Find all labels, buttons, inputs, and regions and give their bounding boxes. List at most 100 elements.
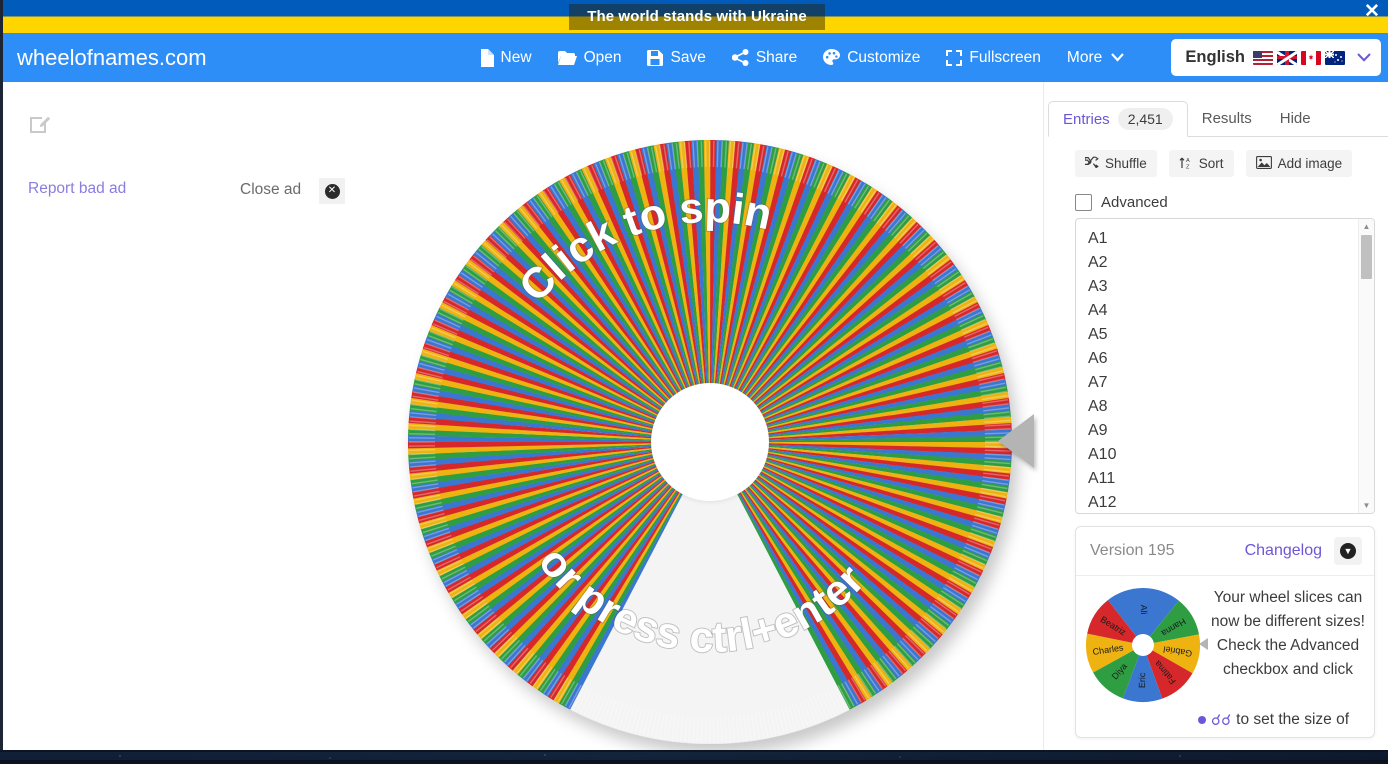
open-label: Open (583, 48, 622, 66)
mini-wheel-pointer-icon (1199, 638, 1208, 650)
triangle-up-icon[interactable]: ▲ (1359, 220, 1374, 233)
toolbar-actions: New Open Save Share Customize Fullscreen… (479, 48, 1125, 67)
fullscreen-button[interactable]: Fullscreen (946, 49, 1041, 67)
version-card-header: Version 195 Changelog ▼ (1076, 527, 1374, 576)
tab-results[interactable]: Results (1188, 100, 1266, 136)
flag-uk-icon (1277, 50, 1297, 65)
chevron-down-icon (1111, 53, 1125, 62)
shuffle-button[interactable]: Shuffle (1075, 150, 1157, 177)
folder-open-icon (557, 50, 577, 66)
entry-item[interactable]: A5 (1088, 323, 1356, 347)
version-card: Version 195 Changelog ▼ Ali Hanna Gabriel F… (1075, 526, 1375, 738)
flag-ca-icon (1301, 50, 1321, 65)
language-label: English (1185, 48, 1245, 66)
tab-entries[interactable]: Entries 2,451 (1048, 101, 1188, 137)
entry-item[interactable]: A3 (1088, 275, 1356, 299)
entry-item[interactable]: A1 (1088, 227, 1356, 251)
site-brand[interactable]: wheelofnames.com (17, 45, 207, 71)
close-circle-icon: ✕ (324, 183, 340, 199)
floppy-disk-icon (647, 49, 664, 66)
save-label: Save (670, 48, 706, 66)
changelog-link[interactable]: Changelog (1245, 542, 1322, 560)
customize-button[interactable]: Customize (823, 49, 920, 67)
entries-panel: Entries 2,451 Results Hide Shuffle A Z S… (1043, 82, 1388, 750)
svg-text:Z: Z (1186, 164, 1190, 169)
edit-square-icon[interactable] (28, 112, 52, 136)
wheel-hub (651, 383, 769, 501)
spin-wheel[interactable]: Click to spin or press ctrl+enter (408, 140, 1034, 744)
chevron-down-circle-icon: ▼ (1340, 543, 1356, 559)
ukraine-banner-text-wrap: The world stands with Ukraine (3, 0, 1388, 33)
entry-item[interactable]: A7 (1088, 371, 1356, 395)
entry-item[interactable]: A6 (1088, 347, 1356, 371)
more-button[interactable]: More (1067, 49, 1125, 67)
close-ad-button[interactable]: ✕ (319, 178, 345, 204)
ad-pane: Report bad ad Close ad ✕ (3, 82, 373, 742)
tab-hide-label: Hide (1279, 109, 1311, 127)
entries-list[interactable]: A1 A2 A3 A4 A5 A6 A7 A8 A9 A10 A11 A12 (1076, 219, 1356, 513)
entry-item[interactable]: A9 (1088, 419, 1356, 443)
customize-label: Customize (847, 48, 921, 66)
tab-hide[interactable]: Hide (1266, 100, 1325, 136)
report-bad-ad-link[interactable]: Report bad ad (28, 180, 126, 198)
add-image-label: Add image (1277, 156, 1343, 171)
open-button[interactable]: Open (557, 48, 622, 67)
shuffle-icon (1084, 156, 1099, 171)
close-icon[interactable]: ✕ (1361, 1, 1383, 23)
version-body-text: Your wheel slices can now be different s… (1211, 589, 1365, 678)
entry-item[interactable]: A2 (1088, 251, 1356, 275)
advanced-row: Advanced (1075, 194, 1168, 211)
share-label: Share (755, 48, 798, 66)
add-image-button[interactable]: Add image (1245, 150, 1353, 177)
flag-us-icon (1253, 50, 1273, 65)
triangle-down-icon[interactable]: ▼ (1359, 499, 1374, 512)
entries-scrollbar[interactable]: ▲ ▼ (1358, 219, 1374, 513)
entry-item[interactable]: A8 (1088, 395, 1356, 419)
resize-handle-icon: ☌☌ (1211, 712, 1232, 729)
share-button[interactable]: Share (731, 48, 798, 67)
ukraine-banner: The world stands with Ukraine ✕ (3, 0, 1388, 33)
advanced-checkbox[interactable] (1075, 194, 1092, 211)
sort-icon: AZ (1179, 156, 1193, 172)
collapse-version-button[interactable]: ▼ (1334, 537, 1362, 565)
advanced-label: Advanced (1101, 194, 1168, 211)
wheel-pointer-icon (998, 414, 1034, 468)
entries-actions: Shuffle AZ Sort Add image (1075, 150, 1353, 177)
save-button[interactable]: Save (647, 48, 706, 67)
entry-item[interactable]: A10 (1088, 443, 1356, 467)
bullet-dot-icon (1198, 716, 1206, 724)
ukraine-banner-text: The world stands with Ukraine (569, 3, 825, 30)
app-toolbar: wheelofnames.com New Open Save Share Cus… (3, 33, 1388, 82)
scrollbar-thumb[interactable] (1361, 235, 1372, 279)
expand-icon (946, 49, 963, 66)
entry-item[interactable]: A4 (1088, 299, 1356, 323)
mini-wheel-slice-label: Eric (1137, 672, 1147, 688)
screen: The world stands with Ukraine ✕ wheelofn… (0, 0, 1388, 764)
palette-icon (823, 49, 841, 66)
new-button[interactable]: New (479, 48, 532, 67)
close-ad-label: Close ad (240, 181, 302, 198)
language-selector[interactable]: English (1171, 39, 1381, 76)
flag-au-icon (1325, 50, 1345, 65)
tab-results-label: Results (1201, 109, 1252, 127)
panel-tabs: Entries 2,451 Results Hide (1048, 100, 1388, 137)
browser-viewport: The world stands with Ukraine ✕ wheelofn… (0, 0, 1388, 750)
image-icon (1255, 155, 1272, 172)
wheel-stage: Click to spin or press ctrl+enter (383, 122, 1043, 744)
new-label: New (500, 48, 532, 66)
entries-textarea[interactable]: A1 A2 A3 A4 A5 A6 A7 A8 A9 A10 A11 A12 ▲ ▼ (1075, 218, 1375, 514)
entry-item[interactable]: A11 (1088, 467, 1356, 491)
sort-label: Sort (1198, 156, 1224, 171)
mini-wheel-slices: AliHannaGabrielFatimaEricDiyaCharlesBeat… (1086, 588, 1200, 702)
main-content: Report bad ad Close ad ✕ Click to spin o… (3, 82, 1388, 750)
entry-item[interactable]: A12 (1088, 491, 1356, 513)
svg-text:A: A (1186, 158, 1190, 164)
fullscreen-label: Fullscreen (969, 48, 1041, 66)
shuffle-label: Shuffle (1105, 156, 1147, 171)
desktop-background-strip (0, 750, 1388, 764)
sort-button[interactable]: AZ Sort (1168, 150, 1234, 177)
mini-wheel-slice-label: Ali (1139, 605, 1149, 615)
share-nodes-icon (731, 49, 749, 66)
version-title: Version 195 (1090, 542, 1175, 559)
panel-divider (1043, 82, 1044, 750)
